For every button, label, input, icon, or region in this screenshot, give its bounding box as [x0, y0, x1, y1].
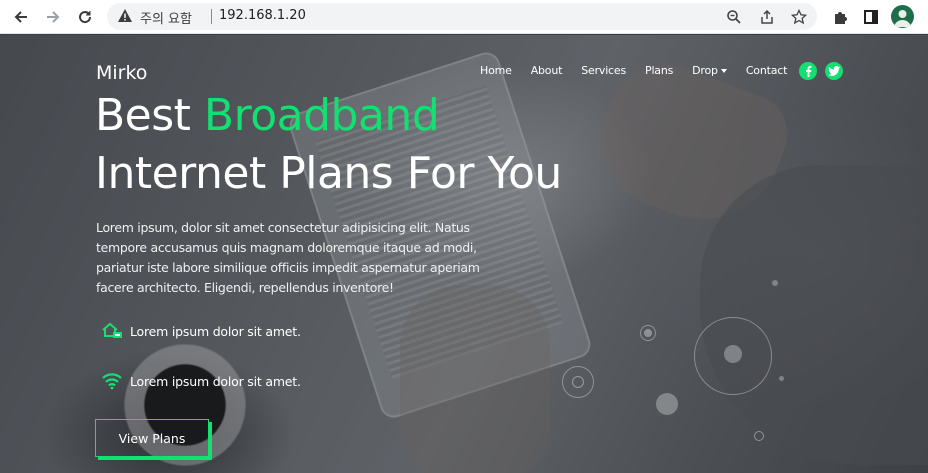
address-bar[interactable]: 주의 요함 192.168.1.20: [107, 3, 817, 30]
nav-contact[interactable]: Contact: [746, 64, 788, 77]
feature-item: Lorem ipsum dolor sit amet.: [100, 320, 301, 342]
url-text[interactable]: 192.168.1.20: [219, 8, 306, 23]
forward-arrow-icon[interactable]: [42, 6, 64, 28]
nav-drop-label: Drop: [692, 64, 718, 77]
share-icon[interactable]: [757, 7, 777, 27]
hero-headline: Best Broadband Internet Plans For You: [95, 87, 562, 203]
zoom-icon[interactable]: [724, 7, 744, 27]
extensions-puzzle-icon[interactable]: [829, 6, 851, 28]
decorative-circle: [779, 376, 784, 381]
decorative-circle: [644, 329, 652, 337]
feature-text: Lorem ipsum dolor sit amet.: [130, 323, 301, 339]
feature-item: Lorem ipsum dolor sit amet.: [100, 370, 301, 392]
wifi-icon: [100, 370, 124, 392]
hero-description: Lorem ipsum, dolor sit amet consectetur …: [96, 220, 480, 295]
headline-line2: Internet Plans For You: [95, 148, 562, 199]
headline-accent: Broadband: [203, 90, 440, 141]
nav-drop-dropdown[interactable]: Drop: [692, 64, 727, 77]
back-arrow-icon[interactable]: [10, 6, 32, 28]
profile-avatar[interactable]: [891, 5, 914, 28]
browser-toolbar: 주의 요함 192.168.1.20: [0, 0, 928, 34]
security-label[interactable]: 주의 요함: [140, 8, 192, 27]
address-divider: [211, 9, 212, 24]
warning-icon[interactable]: [117, 8, 133, 29]
facebook-icon[interactable]: [799, 62, 817, 80]
home-network-icon: [100, 320, 124, 342]
main-nav: Home About Services Plans Drop Contact: [480, 64, 806, 77]
hero-section: Mirko Home About Services Plans Drop Con…: [0, 35, 928, 473]
feature-text: Lorem ipsum dolor sit amet.: [130, 373, 301, 389]
site-logo[interactable]: Mirko: [96, 62, 147, 84]
decorative-circle: [656, 393, 678, 415]
side-panel-icon[interactable]: [860, 6, 882, 28]
bookmark-star-icon[interactable]: [789, 7, 809, 27]
decorative-circle: [754, 431, 764, 441]
view-plans-button[interactable]: View Plans: [95, 419, 209, 457]
decorative-circle: [724, 345, 742, 363]
nav-services[interactable]: Services: [581, 64, 626, 77]
headline-line1: Best Broadband: [95, 90, 440, 141]
reload-icon[interactable]: [74, 6, 96, 28]
decorative-circle: [772, 280, 778, 286]
decorative-circle: [572, 376, 584, 388]
nav-about[interactable]: About: [531, 64, 563, 77]
nav-plans[interactable]: Plans: [645, 64, 673, 77]
nav-home[interactable]: Home: [480, 64, 512, 77]
twitter-icon[interactable]: [825, 62, 843, 80]
caret-down-icon: [720, 69, 727, 73]
